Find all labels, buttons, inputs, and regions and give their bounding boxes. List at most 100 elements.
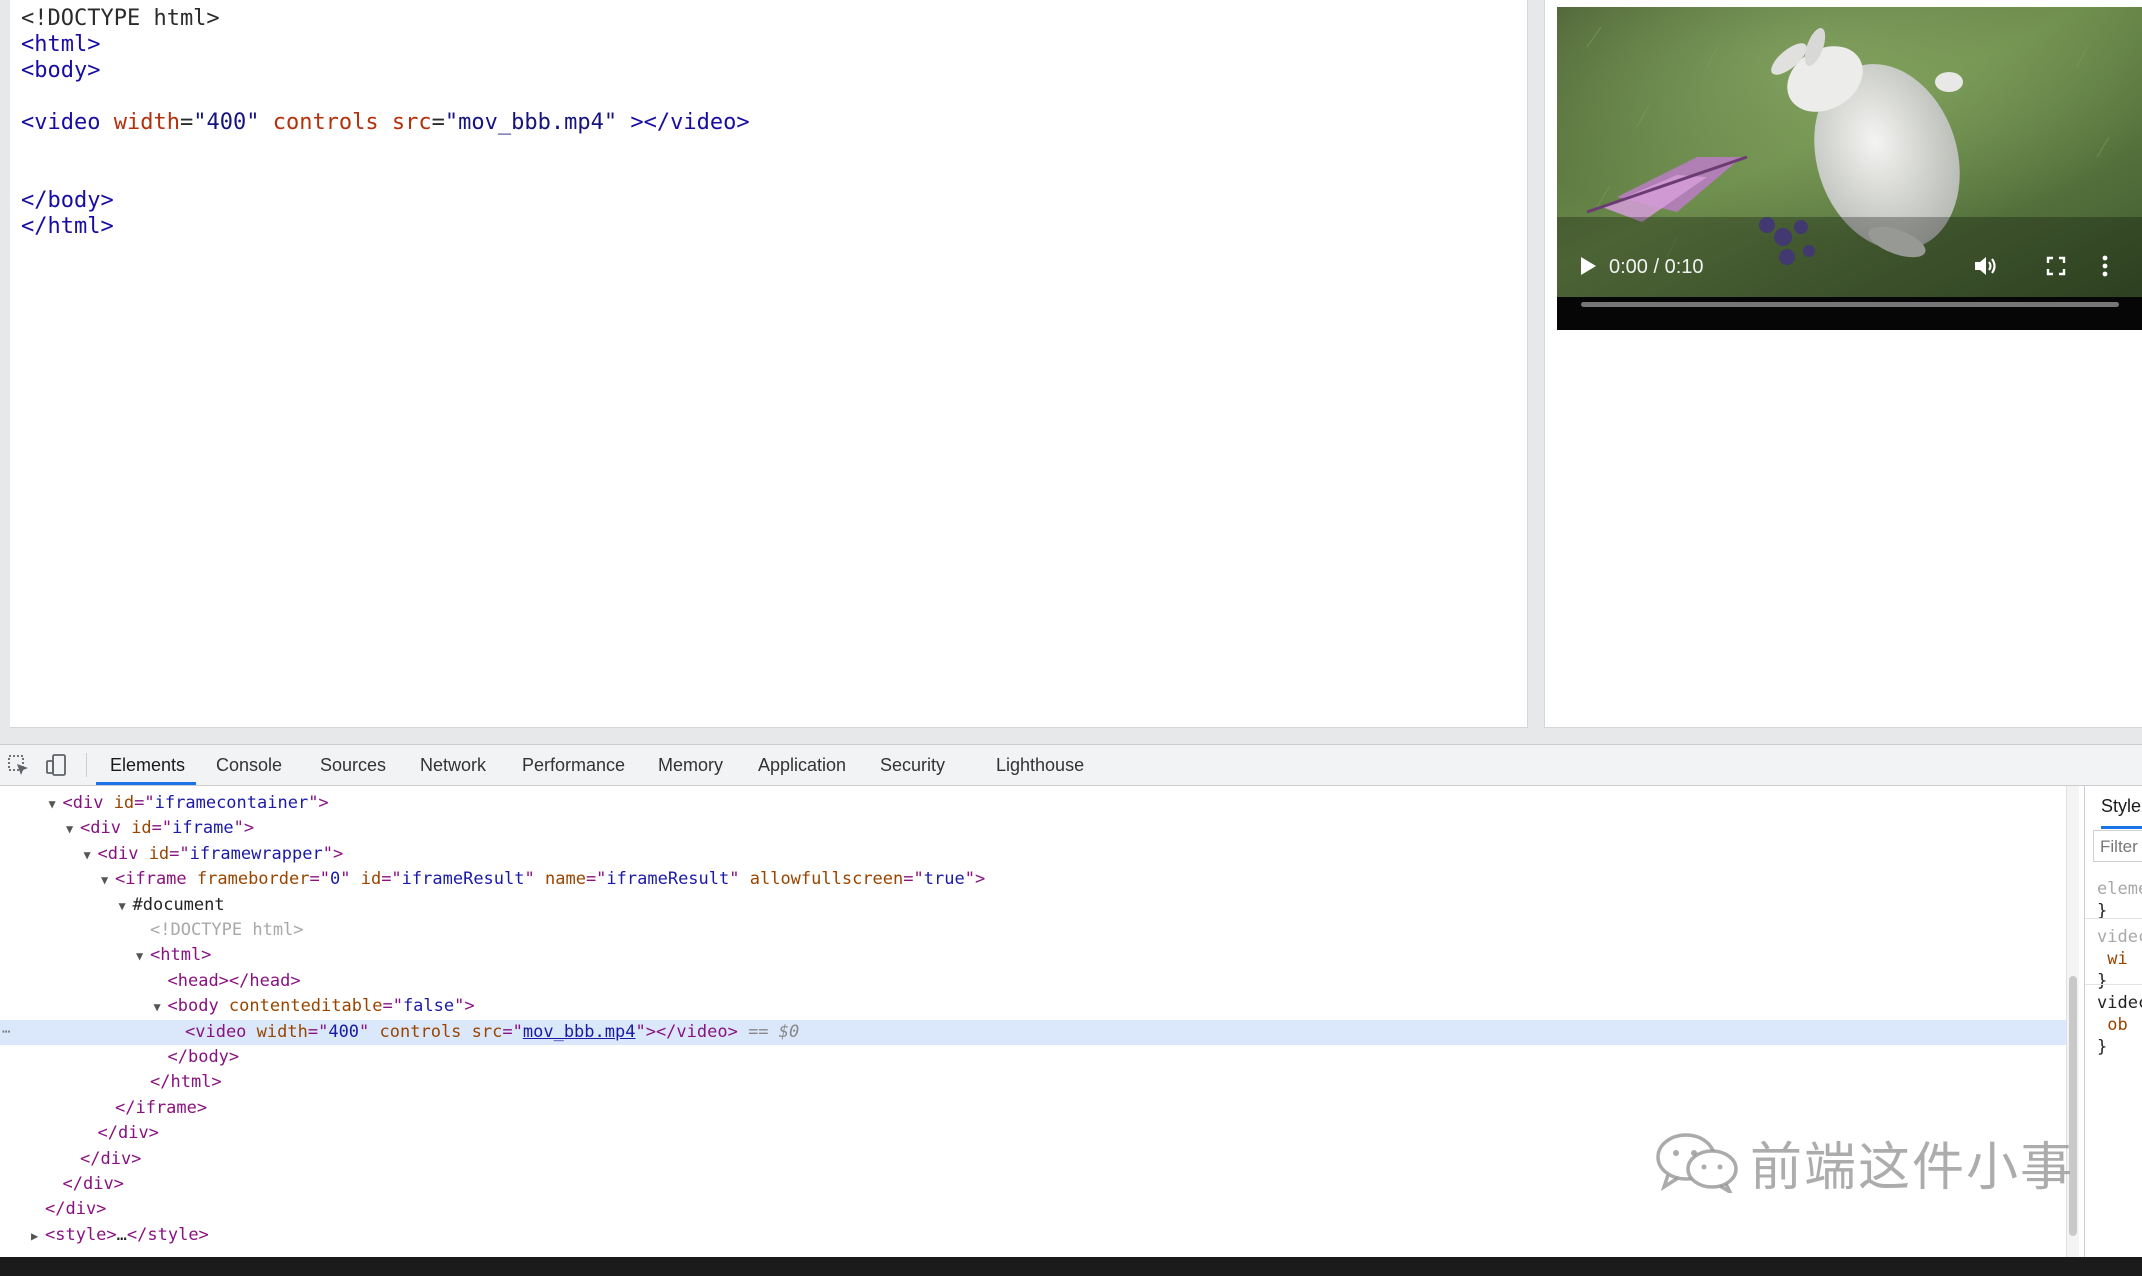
watermark: 前端这件小事 [1654, 1127, 2074, 1198]
volume-icon[interactable] [1969, 251, 2003, 281]
code-token: </html> [21, 214, 114, 239]
node-token: </div> [45, 1199, 107, 1220]
video-player[interactable]: 0:00 / 0:10 [1557, 7, 2142, 330]
expand-arrow-icon[interactable]: ▼ [49, 792, 63, 817]
expand-arrow-icon[interactable]: ▼ [84, 843, 98, 868]
tab-lighthouse[interactable]: Lighthouse [996, 745, 1084, 785]
node-token: frameborder [196, 869, 310, 890]
code-token: src [391, 110, 432, 135]
src-link[interactable]: mov_bbb.mp4 [523, 1022, 636, 1042]
node-token [461, 1022, 471, 1042]
video-progress-bar[interactable] [1581, 302, 2119, 307]
dom-node[interactable]: </html> [0, 1070, 2066, 1095]
dom-node[interactable]: ▼ <body contenteditable="false"> [0, 994, 2066, 1019]
fullscreen-icon[interactable] [2041, 251, 2071, 281]
node-token: =" [585, 869, 607, 890]
code-token: "mov_bbb.mp4" [444, 110, 618, 135]
expand-arrow-icon[interactable]: ▼ [119, 894, 133, 919]
code-editor[interactable]: <!DOCTYPE html> <html> <body> <video width=… [10, 0, 1528, 728]
node-token: =" [307, 1021, 329, 1042]
dom-node[interactable]: ▼ <div id="iframe"> [0, 816, 2066, 841]
result-pane: 0:00 / 0:10 [1544, 0, 2142, 728]
expand-arrow-icon[interactable]: ▼ [154, 995, 168, 1020]
node-token: name [544, 869, 586, 890]
dom-node[interactable]: </div> [0, 1197, 2066, 1222]
styles-tab[interactable]: Style [2101, 786, 2142, 829]
dom-node-selected[interactable]: ⋯ <video width="400" controls src="mov_bb… [0, 1019, 2066, 1045]
code-token: <html> [21, 32, 101, 57]
dom-node[interactable]: ▼ <div id="iframewrapper"> [0, 842, 2066, 867]
node-token: iframecontainer [154, 793, 309, 813]
code-token: <!DOCTYPE html> [21, 6, 220, 31]
node-token: iframeResult [606, 869, 730, 890]
node-token: id [131, 818, 152, 839]
node-token: <video [185, 1021, 257, 1042]
tab-network[interactable]: Network [420, 745, 486, 785]
node-token: </div> [80, 1148, 142, 1169]
wechat-icon [1656, 1133, 1738, 1193]
code-token: </body> [21, 188, 114, 213]
node-token: " [729, 869, 750, 890]
dom-node[interactable]: ▼ <div id="iframecontainer"> [0, 791, 2066, 816]
tab-memory[interactable]: Memory [658, 745, 723, 785]
node-token: "> [308, 793, 329, 813]
node-token: =" [309, 869, 330, 890]
node-token: <body [167, 996, 229, 1017]
code-line: <body> [21, 58, 1527, 84]
node-token: src [471, 1021, 503, 1042]
node-token: =" [169, 843, 190, 864]
style-rule-line: videc [2097, 927, 2142, 947]
dom-node[interactable]: ▼ <iframe frameborder="0" id="iframeResul… [0, 867, 2066, 892]
node-token: " [524, 869, 545, 890]
code-token: ></video> [630, 110, 750, 135]
tab-security[interactable]: Security [880, 745, 945, 785]
node-token: #document [132, 894, 225, 915]
dom-node[interactable]: ▼ #document [0, 893, 2066, 918]
node-token: <div [97, 843, 149, 864]
node-token: 400 [328, 1021, 360, 1042]
tab-application[interactable]: Application [758, 745, 846, 785]
inspect-element-icon[interactable] [6, 753, 32, 777]
node-token: iframe [172, 818, 234, 839]
dom-node[interactable]: </body> [0, 1045, 2066, 1070]
device-toolbar-icon[interactable] [44, 753, 70, 777]
code-line: <!DOCTYPE html> [21, 6, 1527, 32]
tab-performance[interactable]: Performance [522, 745, 625, 785]
more-options-icon[interactable]: ⋯ [2, 1020, 10, 1045]
bottom-edge-bar [0, 1257, 2142, 1276]
styles-filter-input[interactable]: Filter [2093, 830, 2142, 862]
more-vertical-icon[interactable] [2095, 251, 2115, 281]
code-line: <video width="400" controls src="mov_bbb… [21, 110, 1527, 136]
collapse-arrow-icon[interactable]: ▶ [31, 1224, 45, 1249]
dom-node[interactable]: </iframe> [0, 1096, 2066, 1121]
dom-node[interactable]: <head></head> [0, 969, 2066, 994]
code-token: width [113, 110, 180, 135]
dom-node[interactable]: <!DOCTYPE html> [0, 918, 2066, 943]
tab-elements[interactable]: Elements [110, 745, 185, 785]
node-token: iframeResult [401, 869, 525, 890]
expand-arrow-icon[interactable]: ▼ [136, 944, 150, 969]
tab-sources[interactable]: Sources [320, 745, 386, 785]
toolbar-divider [86, 753, 87, 777]
expand-arrow-icon[interactable]: ▼ [66, 817, 80, 842]
code-line: <html> [21, 32, 1527, 58]
node-token: id [113, 793, 135, 813]
play-icon[interactable] [1575, 251, 1601, 281]
styles-pane: Style Filter eleme}videc wi}videc ob} [2084, 786, 2142, 1258]
node-token: =" [502, 1021, 523, 1042]
node-token: "> [454, 996, 475, 1017]
style-rule-line: ob [2097, 1015, 2128, 1035]
node-token: <html> [150, 945, 212, 966]
dom-node[interactable]: ▶ <style>…</style> [0, 1223, 2066, 1248]
dom-node[interactable]: ▼ <html> [0, 943, 2066, 968]
node-token: id [148, 843, 170, 864]
expand-arrow-icon[interactable]: ▼ [101, 868, 115, 893]
node-token: controls [379, 1021, 462, 1042]
node-token: "> [322, 843, 344, 864]
tab-console[interactable]: Console [216, 745, 282, 785]
code-line: </html> [21, 214, 1527, 240]
